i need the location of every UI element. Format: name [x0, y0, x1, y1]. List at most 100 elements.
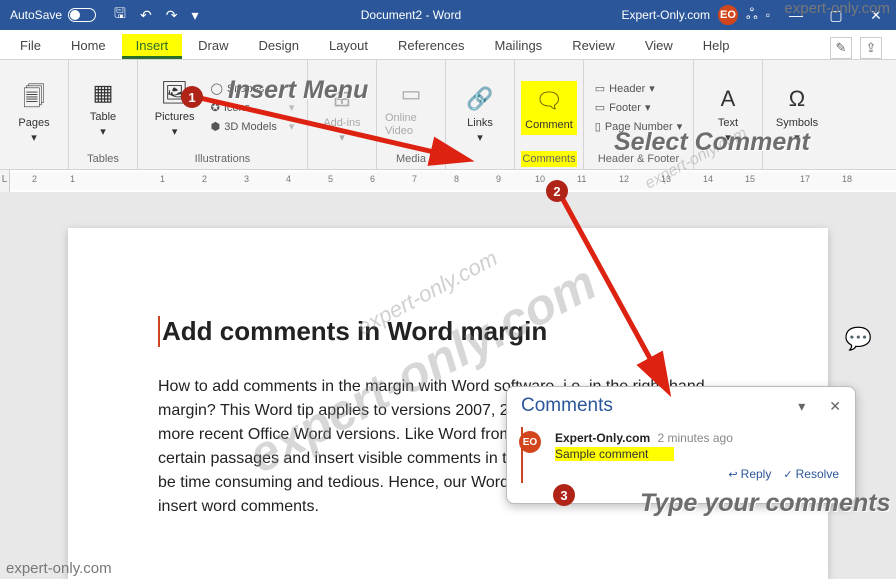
addins-icon: ⊞	[326, 83, 358, 115]
tab-layout[interactable]: Layout	[315, 34, 382, 59]
group-symbols: Ω Symbols▾	[763, 60, 831, 169]
autosave-toggle-icon[interactable]	[68, 8, 96, 22]
group-tables: ▦ Table▾ Tables	[69, 60, 138, 169]
links-button[interactable]: 🔗 Links▾	[452, 79, 508, 148]
autosave[interactable]: AutoSave	[0, 8, 106, 22]
comment-time: 2 minutes ago	[657, 431, 732, 445]
title-bar: AutoSave 🖫 ↶ ↷ ▾ Document2 - Word Expert…	[0, 0, 896, 30]
group-links: 🔗 Links▾	[446, 60, 515, 169]
tab-design[interactable]: Design	[245, 34, 313, 59]
shapes-button[interactable]: ◯Shapes	[207, 80, 281, 97]
text-button[interactable]: A Text▾	[700, 79, 756, 148]
comment-avatar: EO	[519, 431, 541, 453]
quick-access-toolbar: 🖫 ↶ ↷ ▾	[106, 3, 206, 27]
textbox-icon: A	[712, 83, 744, 115]
table-button[interactable]: ▦ Table▾	[75, 73, 131, 142]
group-tables-label: Tables	[87, 151, 119, 167]
comment-resolve-button[interactable]: Resolve	[783, 467, 839, 481]
screenshot-button[interactable]: ▾	[285, 118, 299, 135]
header-icon: ▭	[595, 82, 605, 95]
comments-pane: Comments ▾ ✕ EO Expert-Only.com 2 minute…	[506, 386, 856, 504]
comments-button-icon[interactable]: ✎	[830, 37, 852, 59]
window-controls: — ▢ ✕	[776, 0, 896, 30]
maximize-button[interactable]: ▢	[816, 0, 856, 30]
tab-file[interactable]: File	[6, 34, 55, 59]
links-icon: 🔗	[464, 83, 496, 115]
group-comments: 🗨 Comment Comments	[515, 60, 584, 169]
comments-pane-close-icon[interactable]: ✕	[829, 398, 841, 415]
header-button[interactable]: ▭Header ▾	[591, 80, 686, 97]
tab-references[interactable]: References	[384, 34, 478, 59]
document-title: Document2 - Word	[206, 8, 615, 22]
comments-pane-title: Comments	[521, 395, 613, 417]
tab-mailings[interactable]: Mailings	[481, 34, 557, 59]
group-illustrations: 🖼 Pictures▾ ◯Shapes ✪Icons ⬢3D Models ▾ …	[138, 60, 308, 169]
pictures-label: Pictures	[155, 111, 195, 123]
smartart-button[interactable]: ▾	[285, 80, 299, 97]
group-media: ▭ Online Video Media	[377, 60, 446, 169]
pages-icon: 🗐	[18, 83, 50, 115]
shapes-icon: ◯	[211, 82, 223, 95]
comments-pane-dropdown-icon[interactable]: ▾	[798, 398, 805, 415]
ruler-row: L 21 123 456 789 101112 131415 1718	[0, 170, 896, 192]
chart-button[interactable]: ▾	[285, 99, 299, 116]
symbols-button[interactable]: Ω Symbols▾	[769, 79, 825, 148]
models3d-button[interactable]: ⬢3D Models	[207, 118, 281, 135]
comment-text[interactable]: Sample comment	[555, 447, 674, 461]
group-addins: ⊞ Add-ins▾	[308, 60, 377, 169]
tab-help[interactable]: Help	[689, 34, 744, 59]
group-media-label: Media	[396, 151, 426, 167]
group-headerfooter-label: Header & Footer	[598, 151, 679, 167]
icons-button[interactable]: ✪Icons	[207, 99, 281, 116]
pictures-icon: 🖼	[159, 77, 191, 109]
symbols-icon: Ω	[781, 83, 813, 115]
table-icon: ▦	[87, 77, 119, 109]
pagenumber-button[interactable]: ▯Page Number ▾	[591, 118, 686, 135]
group-headerfooter: ▭Header ▾ ▭Footer ▾ ▯Page Number ▾ Heade…	[584, 60, 694, 169]
pagenumber-icon: ▯	[595, 120, 601, 133]
account-name: Expert-Only.com	[622, 8, 710, 22]
pages-button[interactable]: 🗐 Pages▾	[6, 79, 62, 148]
group-text: A Text▾	[694, 60, 763, 169]
ribbon-tabs: File Home Insert Draw Design Layout Refe…	[0, 30, 896, 60]
video-icon: ▭	[395, 78, 427, 110]
close-button[interactable]: ✕	[856, 0, 896, 30]
redo-icon[interactable]: ↷	[166, 7, 178, 24]
document-heading[interactable]: Add comments in Word margin	[158, 316, 748, 347]
tab-home[interactable]: Home	[57, 34, 120, 59]
group-pages: 🗐 Pages▾	[0, 60, 69, 169]
footer-button[interactable]: ▭Footer ▾	[591, 99, 686, 116]
qat-dropdown-icon[interactable]: ▾	[191, 7, 198, 24]
share-button-icon[interactable]: ⇪	[860, 37, 882, 59]
ruler-corner[interactable]: L	[0, 170, 10, 192]
save-icon[interactable]: 🖫	[114, 3, 126, 27]
tab-review[interactable]: Review	[558, 34, 629, 59]
group-comments-label: Comments	[521, 151, 577, 167]
comment-author: Expert-Only.com	[555, 431, 650, 445]
icons-icon: ✪	[211, 101, 220, 114]
tab-draw[interactable]: Draw	[184, 34, 242, 59]
pictures-button[interactable]: 🖼 Pictures▾	[147, 73, 203, 142]
ribbon-mode-icon[interactable]: ▫	[766, 8, 770, 22]
account-avatar: EO	[718, 5, 738, 25]
group-illustrations-label: Illustrations	[195, 151, 251, 167]
autosave-label: AutoSave	[10, 8, 62, 22]
comment-icon: 🗨	[533, 85, 565, 117]
table-label: Table	[90, 111, 116, 123]
minimize-button[interactable]: —	[776, 0, 816, 30]
tab-insert[interactable]: Insert	[122, 34, 183, 59]
models3d-icon: ⬢	[211, 120, 221, 133]
coming-soon-icon[interactable]: ஃ	[746, 6, 758, 25]
tab-view[interactable]: View	[631, 34, 687, 59]
undo-icon[interactable]: ↶	[140, 7, 152, 24]
pages-label: Pages	[18, 117, 49, 129]
comment-button[interactable]: 🗨 Comment	[521, 81, 577, 135]
comment-margin-icon[interactable]: 💬	[845, 326, 872, 352]
ribbon: 🗐 Pages▾ ▦ Table▾ Tables 🖼 Pictures▾ ◯Sh…	[0, 60, 896, 170]
addins-button[interactable]: ⊞ Add-ins▾	[314, 79, 370, 148]
comment-card[interactable]: EO Expert-Only.com 2 minutes ago Sample …	[521, 427, 841, 483]
comment-reply-button[interactable]: Reply	[728, 467, 771, 481]
horizontal-ruler[interactable]: 21 123 456 789 101112 131415 1718	[10, 172, 896, 190]
online-video-button[interactable]: ▭ Online Video	[383, 74, 439, 140]
account-area[interactable]: Expert-Only.com EO ஃ ▫	[616, 5, 777, 25]
